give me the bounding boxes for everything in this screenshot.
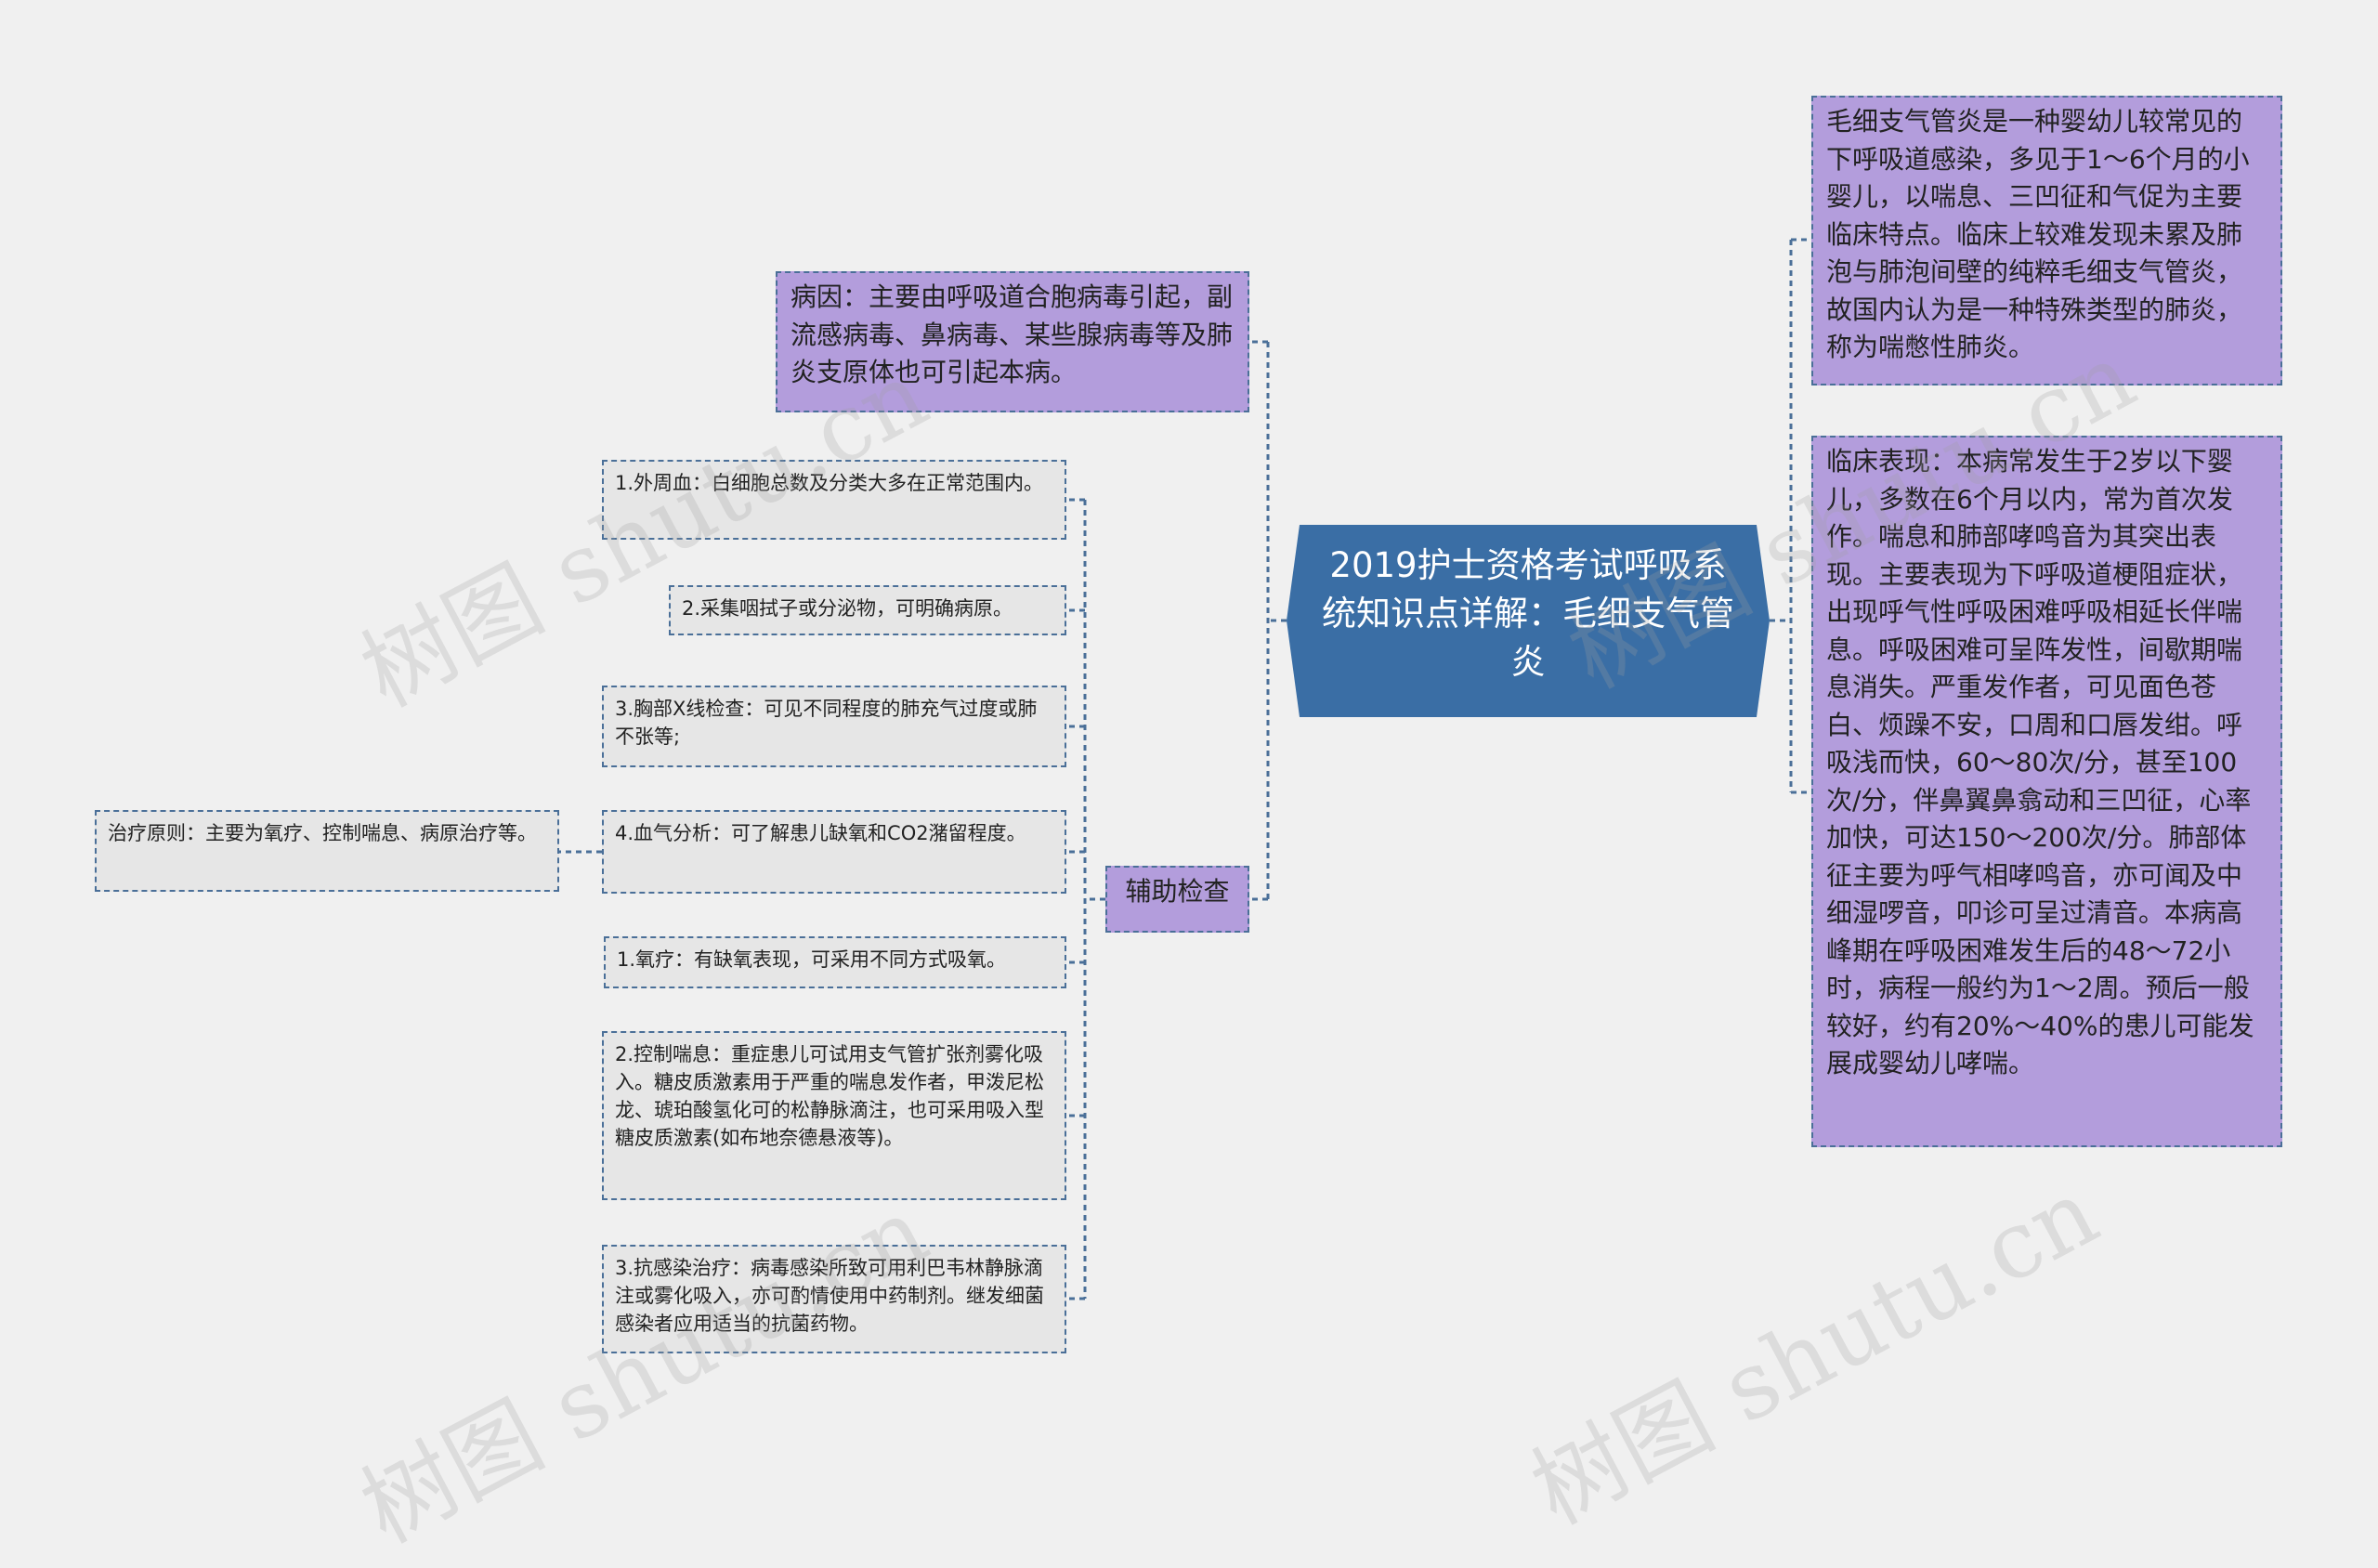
topic-auxiliary-exam[interactable]: 辅助检查 bbox=[1105, 866, 1249, 933]
aux-item-blood-gas[interactable]: 4.血气分析：可了解患儿缺氧和CO2潴留程度。 bbox=[602, 810, 1066, 894]
aux-item-anti-infection[interactable]: 3.抗感染治疗：病毒感染所致可用利巴韦林静脉滴注或雾化吸入，亦可酌情使用中药制剂… bbox=[602, 1245, 1066, 1353]
aux-item-xray[interactable]: 3.胸部X线检查：可见不同程度的肺充气过度或肺不张等; bbox=[602, 686, 1066, 767]
central-topic-title: 2019护士资格考试呼吸系统知识点详解：毛细支气管炎 bbox=[1322, 545, 1734, 682]
topic-treatment-principle[interactable]: 治疗原则：主要为氧疗、控制喘息、病原治疗等。 bbox=[95, 810, 559, 892]
aux-item-swab[interactable]: 2.采集咽拭子或分泌物，可明确病原。 bbox=[669, 585, 1066, 635]
central-topic[interactable]: 2019护士资格考试呼吸系统知识点详解：毛细支气管炎 bbox=[1287, 525, 1770, 717]
link-center-left bbox=[1249, 340, 1287, 901]
aux-item-oxygen[interactable]: 1.氧疗：有缺氧表现，可采用不同方式吸氧。 bbox=[604, 936, 1066, 988]
topic-cause[interactable]: 病因：主要由呼吸道合胞病毒引起，副流感病毒、鼻病毒、某些腺病毒等及肺炎支原体也可… bbox=[776, 271, 1249, 412]
link-center-right bbox=[1770, 238, 1811, 794]
mind-map-canvas: 2019护士资格考试呼吸系统知识点详解：毛细支气管炎 毛细支气管炎是一种婴幼儿较… bbox=[0, 0, 2378, 1564]
topic-definition[interactable]: 毛细支气管炎是一种婴幼儿较常见的下呼吸道感染，多见于1～6个月的小婴儿，以喘息、… bbox=[1811, 96, 2282, 385]
link-aux-children bbox=[1066, 498, 1105, 1300]
aux-item-blood[interactable]: 1.外周血：白细胞总数及分类大多在正常范围内。 bbox=[602, 460, 1066, 540]
topic-clinical-manifestation[interactable]: 临床表现：本病常发生于2岁以下婴儿，多数在6个月以内，常为首次发作。喘息和肺部哮… bbox=[1811, 436, 2282, 1147]
aux-item-asthma-control[interactable]: 2.控制喘息：重症患儿可试用支气管扩张剂雾化吸入。糖皮质激素用于严重的喘息发作者… bbox=[602, 1031, 1066, 1200]
